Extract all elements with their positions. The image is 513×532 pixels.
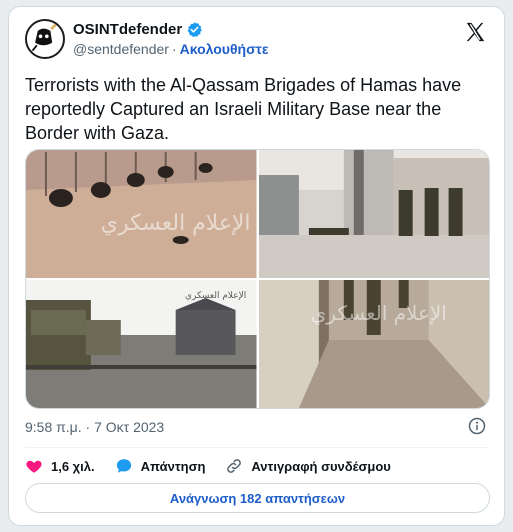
photo-alley: الإعلام العسكري	[258, 280, 489, 408]
copy-link-button[interactable]: Αντιγραφή συνδέσμου	[225, 457, 391, 475]
separator: ·	[171, 41, 177, 57]
likes-count: 1,6 χιλ.	[51, 458, 95, 474]
avatar-icon	[27, 21, 60, 54]
reply-label: Απάντηση	[140, 458, 206, 474]
media-grid: الإعلام العسكري الإعلام العسكري الإعلام …	[25, 149, 490, 409]
handle-row: @sentdefender · Ακολουθήστε	[73, 41, 269, 57]
watermark-4: الإعلام العسكري	[310, 301, 446, 326]
watermark-1: الإعلام العسكري	[101, 211, 251, 236]
reply-button[interactable]: Απάντηση	[115, 457, 206, 475]
handle[interactable]: @sentdefender	[73, 41, 169, 57]
photo-3[interactable]: الإعلام العسكري	[26, 280, 257, 408]
heart-icon	[26, 460, 42, 473]
copy-link-label: Αντιγραφή συνδέσμου	[251, 458, 391, 474]
tweet-card: OSINTdefender @sentdefender · Ακολουθήστ…	[8, 6, 505, 526]
photo-military-vehicles: الإعلام العسكري	[26, 280, 257, 408]
avatar[interactable]	[25, 19, 65, 59]
divider	[25, 447, 488, 448]
watermark-3: الإعلام العسكري	[185, 291, 246, 301]
verified-badge-icon	[187, 22, 203, 38]
photo-building-corner	[258, 150, 489, 278]
name-row: OSINTdefender	[73, 21, 203, 38]
photo-2[interactable]	[258, 150, 489, 278]
read-replies-label: Ανάγνωση 182 απαντήσεων	[169, 490, 346, 506]
x-logo-icon[interactable]	[464, 21, 486, 43]
info-icon[interactable]	[468, 417, 486, 435]
tweet-header: OSINTdefender @sentdefender · Ακολουθήστ…	[25, 19, 488, 63]
photo-1[interactable]: الإعلام العسكري	[26, 150, 257, 278]
follow-link[interactable]: Ακολουθήστε	[180, 41, 269, 57]
speech-bubble-icon	[116, 459, 131, 473]
action-bar: 1,6 χιλ. Απάντηση Αντιγραφή συνδέσμου	[25, 453, 411, 479]
read-replies-button[interactable]: Ανάγνωση 182 απαντήσεων	[25, 483, 490, 513]
display-name[interactable]: OSINTdefender	[73, 21, 182, 38]
tweet-timestamp[interactable]: 9:58 π.μ. · 7 Οκτ 2023	[25, 419, 164, 435]
photo-4[interactable]: الإعلام العسكري	[258, 280, 489, 408]
tweet-text: Terrorists with the Al-Qassam Brigades o…	[25, 75, 462, 143]
like-button[interactable]: 1,6 χιλ.	[25, 457, 95, 475]
link-icon	[227, 459, 242, 473]
photo-desert-road: الإعلام العسكري	[26, 150, 257, 278]
